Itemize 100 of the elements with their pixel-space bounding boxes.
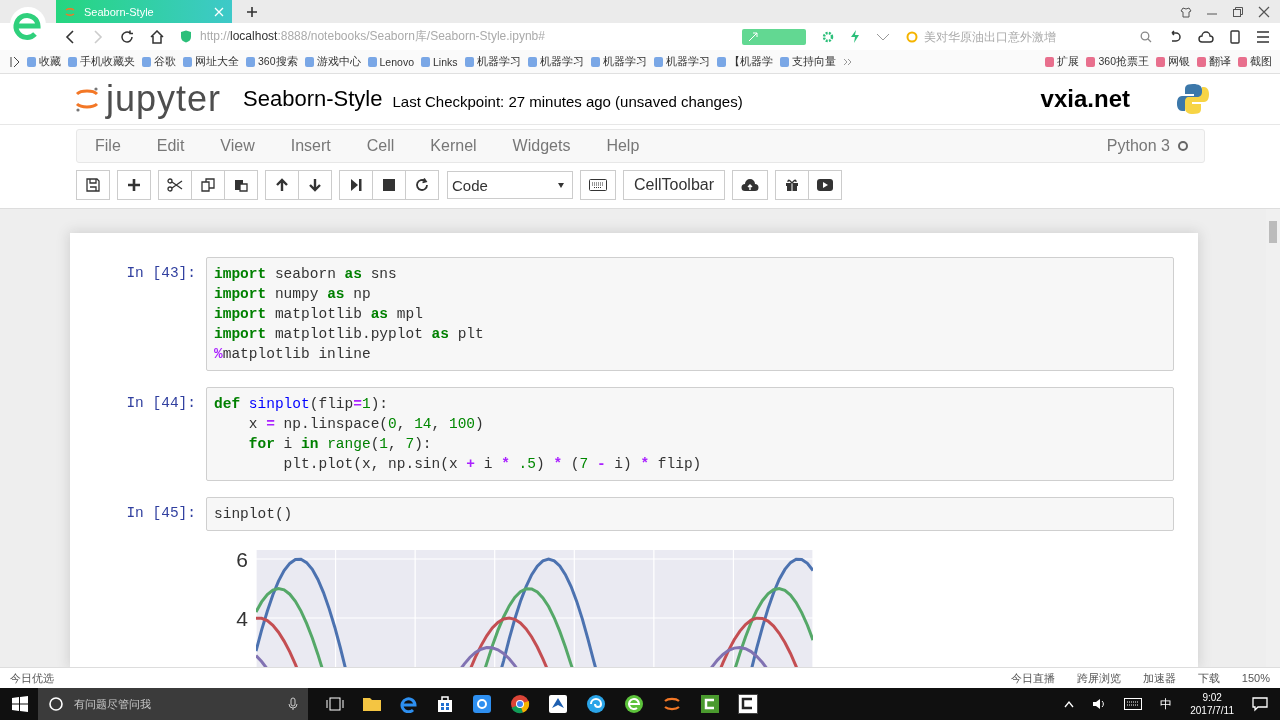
clock-date[interactable]: 2017/7/11 [1190, 704, 1234, 717]
menu-item[interactable]: Help [606, 137, 640, 155]
keyboard-icon[interactable] [1124, 698, 1143, 710]
bookmark[interactable]: 机器学习 [464, 54, 521, 69]
shirt-icon[interactable] [1180, 5, 1192, 18]
scrollbar-thumb[interactable] [1269, 221, 1277, 243]
windows-start-icon[interactable] [12, 696, 28, 712]
reload-icon[interactable] [120, 29, 134, 44]
browser-icon[interactable] [624, 694, 644, 714]
move-down-button[interactable] [298, 170, 332, 200]
bookmark[interactable]: 【机器学 [716, 54, 773, 69]
taskbar-search-field[interactable]: 有问题尽管问我 [38, 688, 308, 720]
keyboard-button[interactable] [580, 170, 616, 200]
bookmark[interactable]: 360搜索 [246, 54, 298, 69]
y-tick-label: 6 [236, 548, 248, 571]
notebook-title[interactable]: Seaborn-Style [243, 86, 383, 112]
cortana-icon[interactable] [48, 696, 64, 712]
extension-button[interactable]: 截图 [1238, 54, 1272, 69]
new-tab-icon[interactable] [246, 5, 258, 18]
cloud-icon[interactable] [1198, 29, 1214, 44]
menu-item[interactable]: Widgets [512, 137, 571, 155]
celltoolbar-button[interactable]: CellToolbar [623, 170, 726, 200]
bookmark[interactable]: Links [421, 55, 458, 68]
bookmark[interactable]: 收藏 [27, 54, 61, 69]
bookmark[interactable]: 机器学习 [590, 54, 647, 69]
arrow-down-icon [308, 178, 322, 192]
bookmark[interactable]: Lenovo [367, 55, 414, 68]
search-input[interactable]: 有问题尽管问我 [74, 698, 278, 710]
restart-button[interactable] [405, 170, 439, 200]
search-field[interactable]: 美对华原油出口意外激增 [924, 29, 1124, 44]
task-view-icon[interactable] [326, 697, 344, 711]
clock-time[interactable]: 9:02 [1202, 691, 1222, 704]
bookmark[interactable]: 支持向量 [779, 54, 836, 69]
menu-item[interactable]: Insert [290, 137, 331, 155]
cut-button[interactable] [158, 170, 192, 200]
video-button[interactable] [808, 170, 843, 200]
menu-item[interactable]: View [220, 137, 255, 155]
cell-type-dropdown[interactable]: Code [447, 171, 573, 199]
microphone-icon[interactable] [288, 697, 298, 711]
add-cell-button[interactable] [117, 170, 151, 200]
menu-item[interactable]: Cell [366, 137, 395, 155]
undo-icon[interactable] [1168, 29, 1182, 44]
menu-item[interactable]: Kernel [430, 137, 477, 155]
extension-button[interactable]: 翻译 [1197, 54, 1231, 69]
menu-icon[interactable] [1256, 30, 1270, 43]
bookmark[interactable]: 谷歌 [142, 54, 176, 69]
status-item[interactable]: 今日直播 [1010, 670, 1055, 686]
chrome-icon[interactable] [510, 694, 530, 714]
swirl-app-icon[interactable] [586, 694, 606, 714]
edge-browser-icon[interactable] [400, 695, 418, 713]
store-icon[interactable] [436, 695, 454, 713]
speaker-icon[interactable] [1092, 697, 1107, 711]
code-cell[interactable]: import seaborn as sns import numpy as np import matplotlib as mpl import matplotlib.pyplot as plt %matplotlib inline [206, 257, 1174, 371]
back-icon[interactable] [64, 29, 76, 44]
dropdown-icon[interactable] [876, 31, 890, 42]
status-item[interactable]: 加速器 [1142, 670, 1176, 686]
bookmark[interactable]: 手机收藏夹 [68, 54, 135, 69]
status-item[interactable]: 今日优选 [10, 670, 54, 686]
status-item[interactable]: 下载 [1197, 670, 1220, 686]
tray-expand-icon[interactable] [1064, 700, 1075, 708]
stop-icon [382, 178, 396, 192]
save-button[interactable] [76, 170, 110, 200]
bookmark[interactable]: 游戏中心 [304, 54, 361, 69]
jupyter-icon [64, 5, 76, 18]
bookmark[interactable]: 机器学习 [527, 54, 584, 69]
zoom-level[interactable]: 150% [1241, 672, 1270, 684]
bookmark[interactable]: 网址大全 [183, 54, 239, 69]
address-field[interactable]: http://localhost:8888/notebooks/Seaborn库/Seaborn-Style.ipynb# [200, 28, 545, 45]
bird-app-icon[interactable] [548, 694, 568, 714]
more-icon[interactable] [842, 56, 853, 67]
cloud-upload-button[interactable] [732, 170, 769, 200]
run-button[interactable] [339, 170, 373, 200]
home-icon[interactable] [150, 29, 164, 44]
gift-button[interactable] [775, 170, 810, 200]
input-method-indicator[interactable]: 中 [1160, 695, 1173, 713]
copy-button[interactable] [191, 170, 225, 200]
sidebar-toggle-icon[interactable] [10, 55, 20, 68]
search-icon[interactable] [1140, 30, 1152, 43]
code-cell[interactable]: sinplot() [206, 497, 1174, 531]
app-icon[interactable] [472, 694, 492, 714]
extension-button[interactable]: 扩展 [1045, 54, 1080, 69]
code-cell[interactable]: def sinplot(flip=1): x = np.linspace(0, 14, 100) for i in range(1, 7): plt.plot(x, np.sin(x + i * .5) * (7 - i) * flip) [206, 387, 1174, 481]
site-logo: vxia.net [1040, 85, 1130, 113]
move-up-button[interactable] [265, 170, 299, 200]
close-icon[interactable] [1258, 5, 1270, 18]
status-item[interactable]: 跨屏浏览 [1076, 670, 1121, 686]
stop-button[interactable] [372, 170, 406, 200]
folder-icon[interactable] [362, 696, 382, 712]
notification-icon[interactable] [1252, 696, 1268, 712]
bookmark[interactable]: 机器学习 [653, 54, 710, 69]
restore-icon[interactable] [1232, 5, 1244, 18]
recorder-icon[interactable] [738, 694, 758, 714]
extension-button[interactable]: 网银 [1156, 54, 1190, 69]
phone-icon[interactable] [1230, 29, 1240, 44]
menu-item[interactable]: File [95, 137, 121, 155]
menu-item[interactable]: Edit [156, 137, 185, 155]
extension-button[interactable]: 360抢票王 [1086, 54, 1149, 69]
camtasia-icon[interactable] [700, 694, 720, 714]
paste-button[interactable] [224, 170, 258, 200]
paste-icon [234, 178, 248, 192]
